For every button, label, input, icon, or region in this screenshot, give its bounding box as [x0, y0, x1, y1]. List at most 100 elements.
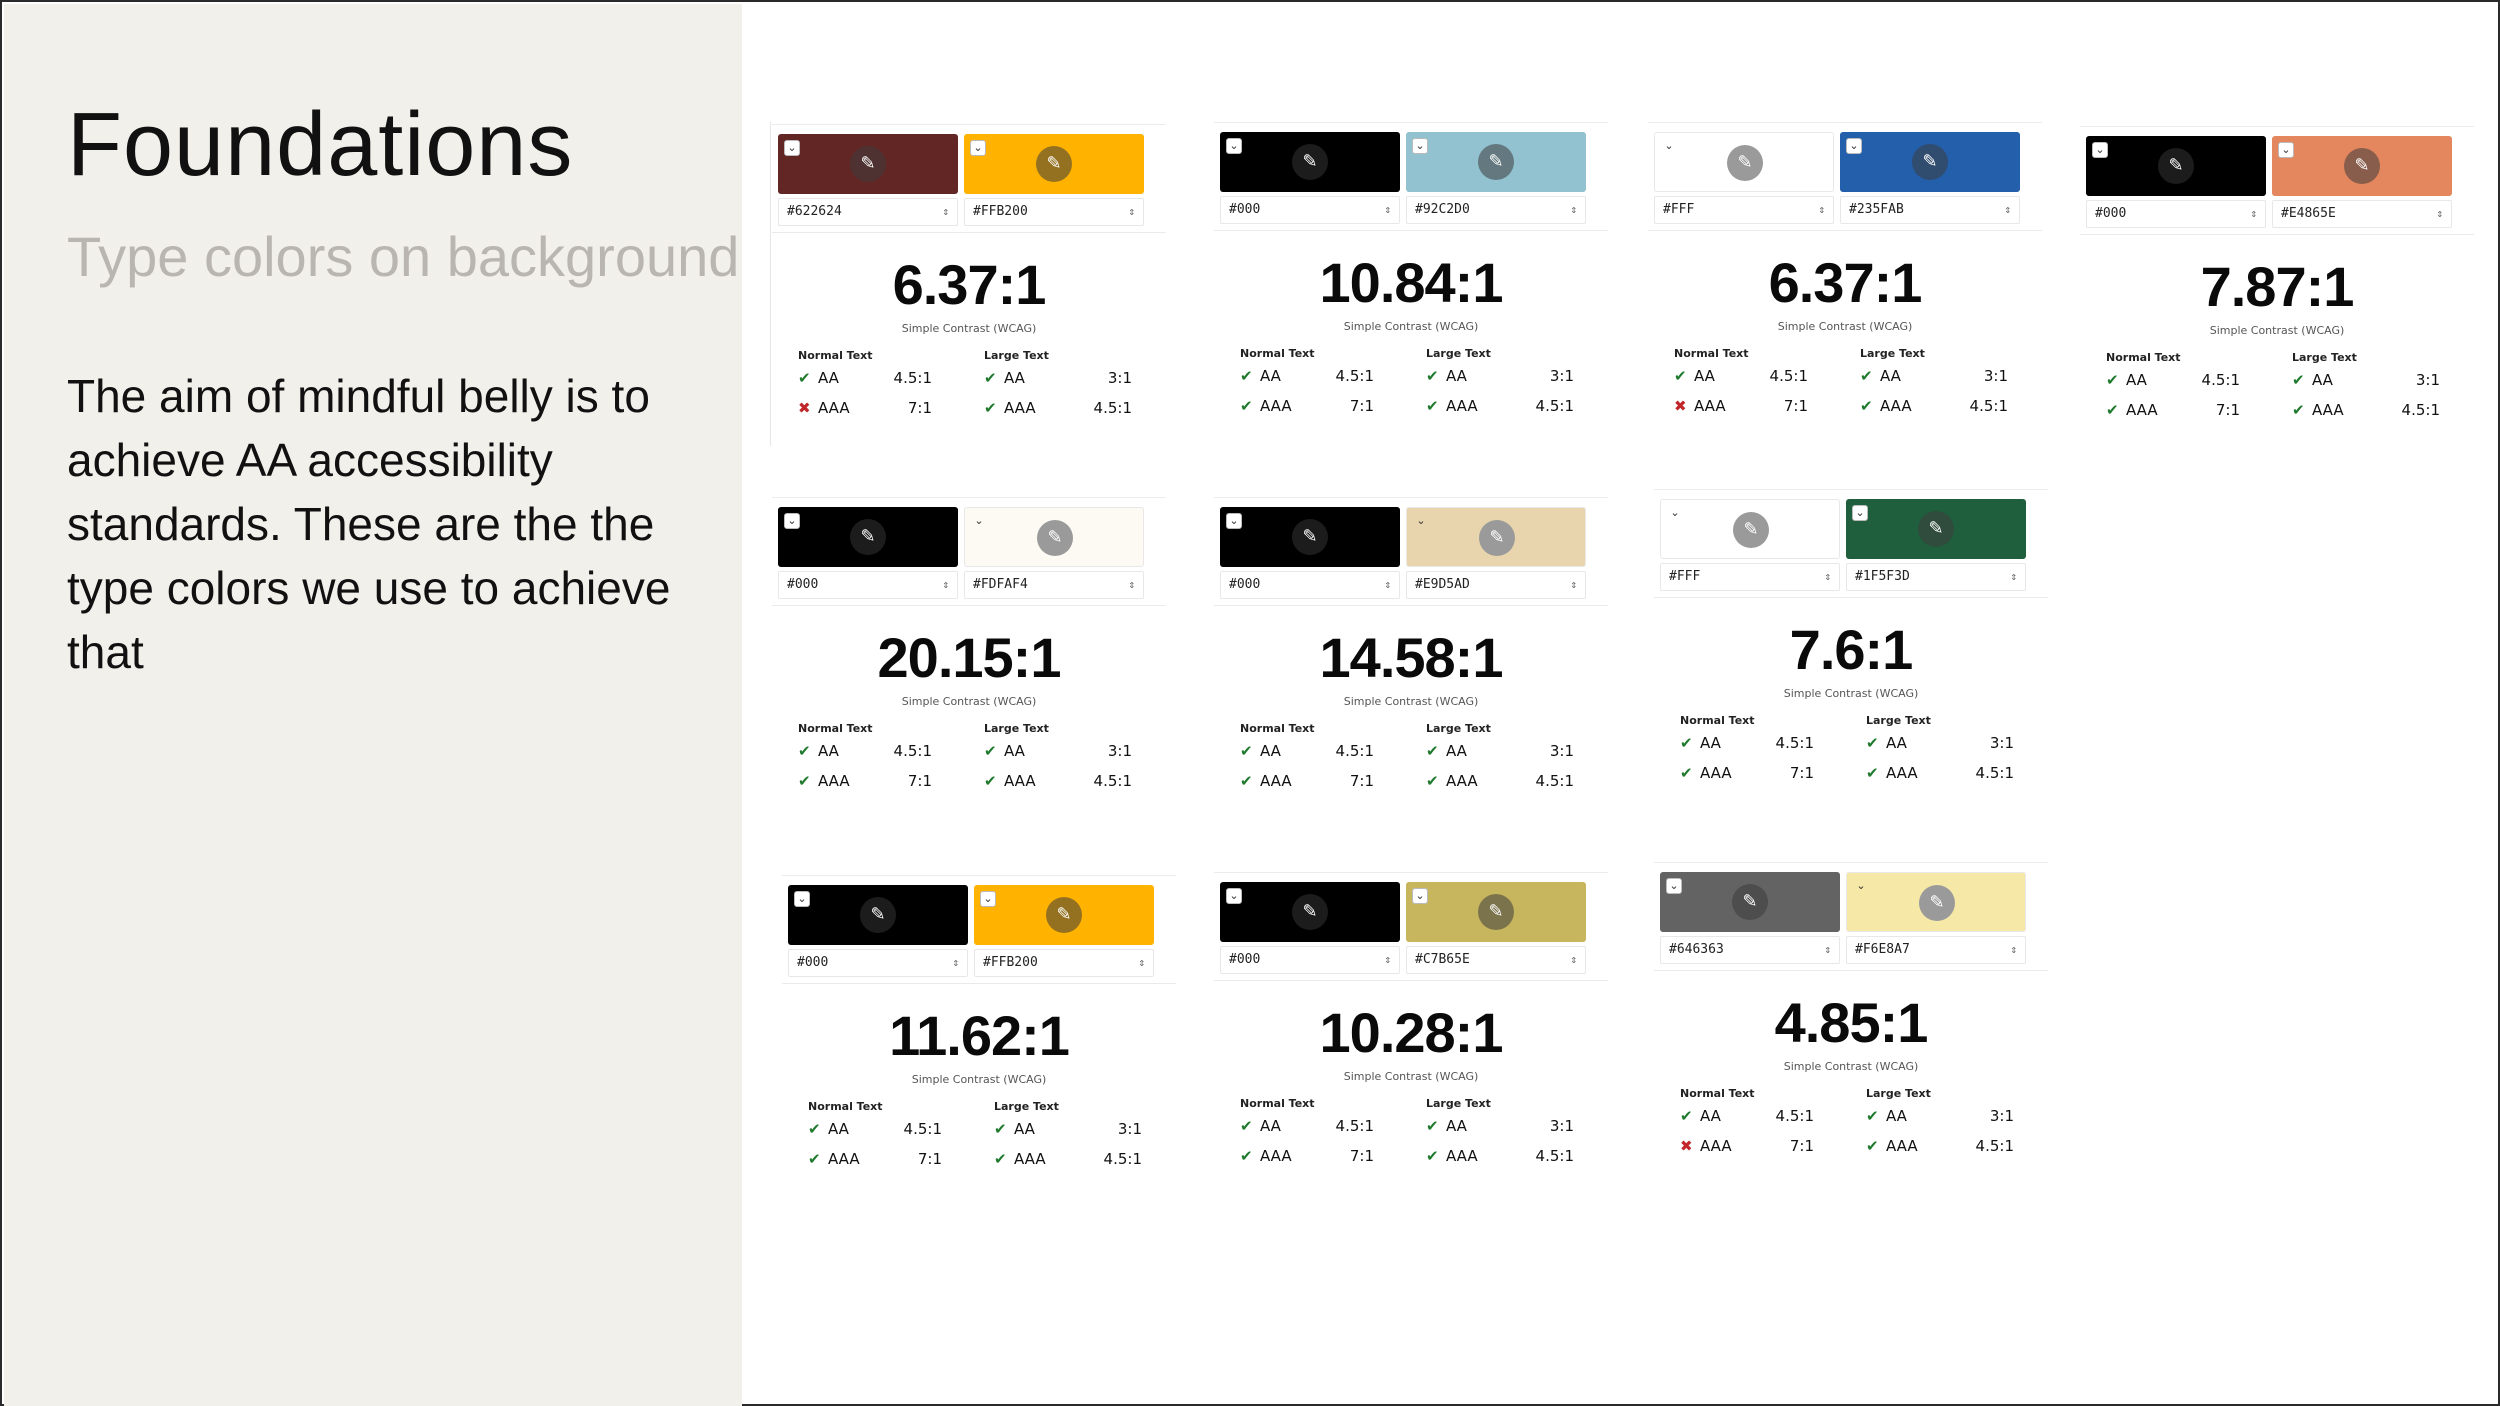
eyedropper-icon[interactable]: ✎ [1479, 520, 1515, 556]
eyedropper-icon[interactable]: ✎ [860, 897, 896, 933]
background-hex-input[interactable]: #FFB200 ⇕ [974, 949, 1154, 977]
foreground-swatch[interactable]: ⌄ ✎ [1660, 872, 1840, 932]
chevron-down-icon[interactable]: ⌄ [980, 891, 996, 907]
stepper-icon[interactable]: ⇕ [1570, 197, 1577, 223]
eyedropper-icon[interactable]: ✎ [2344, 148, 2380, 184]
foreground-swatch[interactable]: ⌄ ✎ [1660, 499, 1840, 559]
chevron-down-icon[interactable]: ⌄ [970, 140, 986, 156]
foreground-hex-input[interactable]: #000 ⇕ [788, 949, 968, 977]
background-hex-input[interactable]: #235FAB ⇕ [1840, 196, 2020, 224]
foreground-swatch[interactable]: ⌄ ✎ [1220, 132, 1400, 192]
foreground-swatch[interactable]: ⌄ ✎ [788, 885, 968, 945]
chevron-down-icon[interactable]: ⌄ [1226, 138, 1242, 154]
chevron-down-icon[interactable]: ⌄ [1666, 878, 1682, 894]
stepper-icon[interactable]: ⇕ [2436, 201, 2443, 227]
chevron-down-icon[interactable]: ⌄ [1226, 513, 1242, 529]
eyedropper-icon[interactable]: ✎ [1732, 884, 1768, 920]
eyedropper-icon[interactable]: ✎ [1912, 144, 1948, 180]
chevron-down-icon[interactable]: ⌄ [2092, 142, 2108, 158]
eyedropper-icon[interactable]: ✎ [1918, 511, 1954, 547]
foreground-hex-input[interactable]: #FFF ⇕ [1654, 196, 1834, 224]
stepper-icon[interactable]: ⇕ [1570, 572, 1577, 598]
chevron-down-icon[interactable]: ⌄ [1853, 879, 1869, 895]
stepper-icon[interactable]: ⇕ [952, 950, 959, 976]
background-hex-input[interactable]: #FDFAF4 ⇕ [964, 571, 1144, 599]
eyedropper-icon[interactable]: ✎ [1727, 145, 1763, 181]
chevron-down-icon[interactable]: ⌄ [2278, 142, 2294, 158]
stepper-icon[interactable]: ⇕ [2010, 564, 2017, 590]
foreground-swatch[interactable]: ⌄ ✎ [1220, 882, 1400, 942]
eyedropper-icon[interactable]: ✎ [850, 519, 886, 555]
eyedropper-icon[interactable]: ✎ [1036, 146, 1072, 182]
foreground-swatch[interactable]: ⌄ ✎ [1220, 507, 1400, 567]
eyedropper-icon[interactable]: ✎ [1046, 897, 1082, 933]
stepper-icon[interactable]: ⇕ [1384, 572, 1391, 598]
chevron-down-icon[interactable]: ⌄ [784, 140, 800, 156]
foreground-swatch[interactable]: ⌄ ✎ [2086, 136, 2266, 196]
eyedropper-icon[interactable]: ✎ [1733, 512, 1769, 548]
background-hex-input[interactable]: #E4865E ⇕ [2272, 200, 2452, 228]
foreground-hex-input[interactable]: #000 ⇕ [1220, 946, 1400, 974]
chevron-down-icon[interactable]: ⌄ [784, 513, 800, 529]
stepper-icon[interactable]: ⇕ [1384, 947, 1391, 973]
eyedropper-icon[interactable]: ✎ [1478, 894, 1514, 930]
background-hex-input[interactable]: #E9D5AD ⇕ [1406, 571, 1586, 599]
background-swatch[interactable]: ⌄ ✎ [1840, 132, 2020, 192]
eyedropper-icon[interactable]: ✎ [1478, 144, 1514, 180]
foreground-hex-input[interactable]: #FFF ⇕ [1660, 563, 1840, 591]
background-swatch[interactable]: ⌄ ✎ [1846, 872, 2026, 932]
background-swatch[interactable]: ⌄ ✎ [964, 134, 1144, 194]
foreground-hex-input[interactable]: #000 ⇕ [1220, 196, 1400, 224]
chevron-down-icon[interactable]: ⌄ [794, 891, 810, 907]
chevron-down-icon[interactable]: ⌄ [1226, 888, 1242, 904]
foreground-swatch[interactable]: ⌄ ✎ [778, 134, 958, 194]
chevron-down-icon[interactable]: ⌄ [1412, 138, 1428, 154]
stepper-icon[interactable]: ⇕ [942, 199, 949, 225]
background-hex-input[interactable]: #92C2D0 ⇕ [1406, 196, 1586, 224]
background-swatch[interactable]: ⌄ ✎ [964, 507, 1144, 567]
foreground-hex-input[interactable]: #646363 ⇕ [1660, 936, 1840, 964]
stepper-icon[interactable]: ⇕ [1818, 197, 1825, 223]
chevron-down-icon[interactable]: ⌄ [971, 514, 987, 530]
stepper-icon[interactable]: ⇕ [1824, 937, 1831, 963]
background-hex-input[interactable]: #FFB200 ⇕ [964, 198, 1144, 226]
foreground-hex-input[interactable]: #000 ⇕ [778, 571, 958, 599]
eyedropper-icon[interactable]: ✎ [850, 146, 886, 182]
eyedropper-icon[interactable]: ✎ [2158, 148, 2194, 184]
stepper-icon[interactable]: ⇕ [2250, 201, 2257, 227]
background-swatch[interactable]: ⌄ ✎ [1846, 499, 2026, 559]
background-hex-input[interactable]: #C7B65E ⇕ [1406, 946, 1586, 974]
background-hex-input[interactable]: #F6E8A7 ⇕ [1846, 936, 2026, 964]
foreground-hex-input[interactable]: #000 ⇕ [1220, 571, 1400, 599]
chevron-down-icon[interactable]: ⌄ [1852, 505, 1868, 521]
stepper-icon[interactable]: ⇕ [1824, 564, 1831, 590]
stepper-icon[interactable]: ⇕ [1570, 947, 1577, 973]
stepper-icon[interactable]: ⇕ [942, 572, 949, 598]
eyedropper-icon[interactable]: ✎ [1292, 894, 1328, 930]
background-swatch[interactable]: ⌄ ✎ [1406, 882, 1586, 942]
chevron-down-icon[interactable]: ⌄ [1667, 506, 1683, 522]
chevron-down-icon[interactable]: ⌄ [1846, 138, 1862, 154]
stepper-icon[interactable]: ⇕ [2010, 937, 2017, 963]
foreground-hex-input[interactable]: #622624 ⇕ [778, 198, 958, 226]
chevron-down-icon[interactable]: ⌄ [1661, 139, 1677, 155]
stepper-icon[interactable]: ⇕ [2004, 197, 2011, 223]
eyedropper-icon[interactable]: ✎ [1919, 885, 1955, 921]
background-hex-input[interactable]: #1F5F3D ⇕ [1846, 563, 2026, 591]
chevron-down-icon[interactable]: ⌄ [1413, 514, 1429, 530]
eyedropper-icon[interactable]: ✎ [1037, 520, 1073, 556]
stepper-icon[interactable]: ⇕ [1128, 572, 1135, 598]
chevron-down-icon[interactable]: ⌄ [1412, 888, 1428, 904]
background-swatch[interactable]: ⌄ ✎ [1406, 507, 1586, 567]
stepper-icon[interactable]: ⇕ [1128, 199, 1135, 225]
background-swatch[interactable]: ⌄ ✎ [2272, 136, 2452, 196]
stepper-icon[interactable]: ⇕ [1138, 950, 1145, 976]
foreground-hex-input[interactable]: #000 ⇕ [2086, 200, 2266, 228]
foreground-swatch[interactable]: ⌄ ✎ [778, 507, 958, 567]
eyedropper-icon[interactable]: ✎ [1292, 144, 1328, 180]
stepper-icon[interactable]: ⇕ [1384, 197, 1391, 223]
eyedropper-icon[interactable]: ✎ [1292, 519, 1328, 555]
background-swatch[interactable]: ⌄ ✎ [1406, 132, 1586, 192]
background-swatch[interactable]: ⌄ ✎ [974, 885, 1154, 945]
foreground-swatch[interactable]: ⌄ ✎ [1654, 132, 1834, 192]
